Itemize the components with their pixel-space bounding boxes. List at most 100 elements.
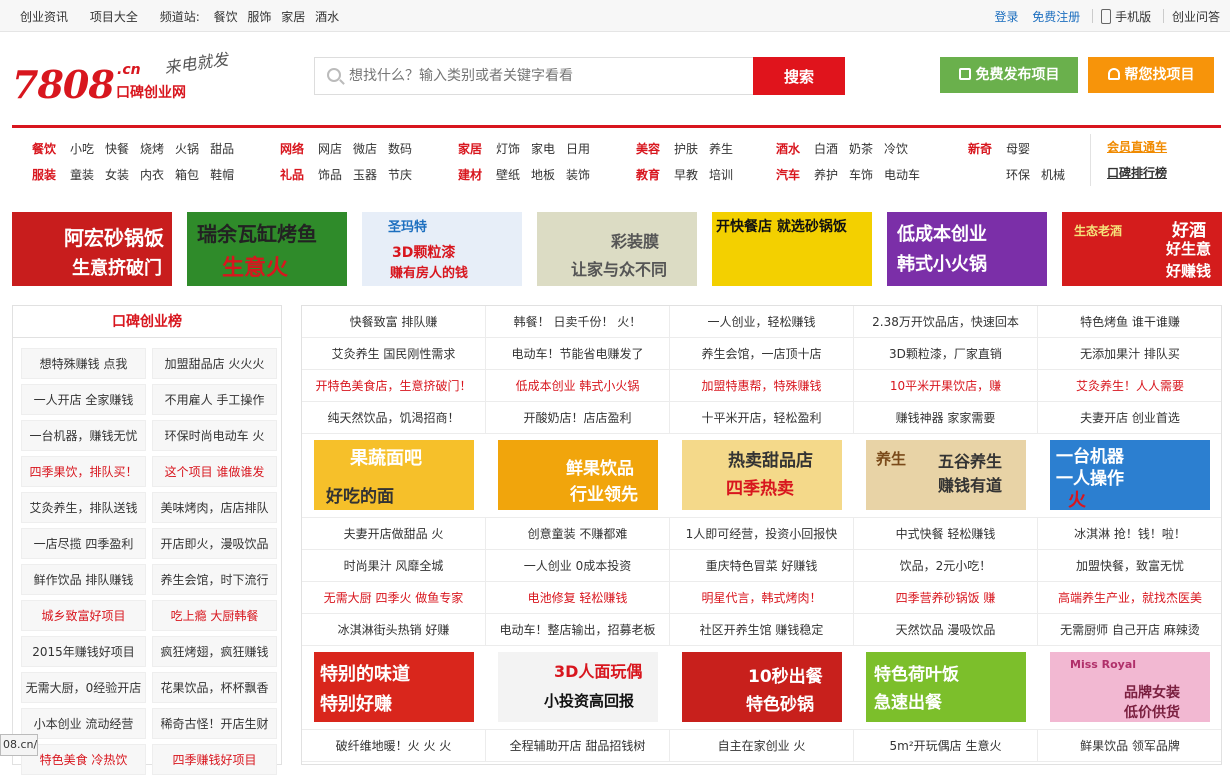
category-item[interactable]: 养生 bbox=[709, 136, 733, 162]
project-link[interactable]: 夫妻开店做甜品 火 bbox=[302, 518, 486, 550]
channel-food[interactable]: 餐饮 bbox=[214, 10, 238, 24]
banner-huoguo[interactable]: 低成本创业 韩式小火锅 bbox=[887, 212, 1047, 286]
ad-heye[interactable]: 特色荷叶饭 急速出餐 bbox=[866, 652, 1026, 722]
category-item[interactable]: 灯饰 bbox=[496, 136, 520, 162]
ad-renou[interactable]: 3D人面玩偶 小投资高回报 bbox=[498, 652, 658, 722]
project-link[interactable]: 赚钱神器 家家需要 bbox=[854, 402, 1038, 434]
category-head[interactable]: 汽车 bbox=[776, 162, 814, 188]
ad-weidao[interactable]: 特别的味道 特别好赚 bbox=[314, 652, 474, 722]
search-button[interactable]: 搜索 bbox=[753, 57, 845, 95]
project-link[interactable]: 快餐致富 排队赚 bbox=[302, 306, 486, 338]
project-link[interactable]: 3D颗粒漆，厂家直销 bbox=[854, 338, 1038, 370]
project-link[interactable]: 饮品，2元小吃！ bbox=[854, 550, 1038, 582]
category-item[interactable]: 鞋帽 bbox=[210, 162, 234, 188]
rank-link[interactable]: 口碑排行榜 bbox=[1107, 160, 1167, 186]
category-item[interactable]: 日用 bbox=[566, 136, 590, 162]
project-link[interactable]: 重庆特色冒菜 好赚钱 bbox=[670, 550, 854, 582]
ranking-item[interactable]: 艾灸养生，排队送钱 bbox=[21, 492, 146, 523]
banner-caizhuang[interactable]: 彩装膜 让家与众不同 bbox=[537, 212, 697, 286]
category-item[interactable]: 机械 bbox=[1041, 162, 1065, 188]
ad-shaguo[interactable]: 10秒出餐 特色砂锅 bbox=[682, 652, 842, 722]
project-link[interactable]: 无需大厨 四季火 做鱼专家 bbox=[302, 582, 486, 614]
category-head[interactable]: 服装 bbox=[32, 162, 70, 188]
ranking-item[interactable]: 鲜作饮品 排队赚钱 bbox=[21, 564, 146, 595]
category-item[interactable]: 地板 bbox=[531, 162, 555, 188]
category-head[interactable]: 建材 bbox=[458, 162, 496, 188]
category-item[interactable]: 电动车 bbox=[884, 162, 920, 188]
banner-ahong[interactable]: 阿宏砂锅饭 生意挤破门 bbox=[12, 212, 172, 286]
category-item[interactable]: 网店 bbox=[318, 136, 342, 162]
category-item[interactable]: 壁纸 bbox=[496, 162, 520, 188]
project-link[interactable]: 明星代言，韩式烤肉！ bbox=[670, 582, 854, 614]
ranking-item[interactable]: 吃上瘾 大厨韩餐 bbox=[152, 600, 277, 631]
ranking-item[interactable]: 城乡致富好项目 bbox=[21, 600, 146, 631]
project-link[interactable]: 艾灸养生 国民刚性需求 bbox=[302, 338, 486, 370]
ad-jiqi[interactable]: 一台机器 一人操作火 bbox=[1050, 440, 1210, 510]
link-news[interactable]: 创业资讯 bbox=[20, 10, 68, 24]
category-item[interactable]: 环保 bbox=[1006, 162, 1030, 188]
category-item[interactable]: 车饰 bbox=[849, 162, 873, 188]
project-link[interactable]: 高端养生产业，就找杰医美 bbox=[1038, 582, 1222, 614]
project-link[interactable]: 夫妻开店 创业首选 bbox=[1038, 402, 1222, 434]
project-link[interactable]: 电动车！节能省电赚发了 bbox=[486, 338, 670, 370]
ranking-item[interactable]: 这个项目 谁做谁发 bbox=[152, 456, 277, 487]
qa-link[interactable]: 创业问答 bbox=[1172, 10, 1220, 24]
publish-project-button[interactable]: 免费发布项目 bbox=[940, 57, 1078, 93]
category-item[interactable]: 养护 bbox=[814, 162, 838, 188]
category-item[interactable]: 节庆 bbox=[388, 162, 412, 188]
channel-drinks[interactable]: 酒水 bbox=[315, 10, 339, 24]
category-item[interactable]: 护肤 bbox=[674, 136, 698, 162]
project-link[interactable]: 开酸奶店！店店盈利 bbox=[486, 402, 670, 434]
category-item[interactable]: 小吃 bbox=[70, 136, 94, 162]
project-link[interactable]: 十平米开店，轻松盈利 bbox=[670, 402, 854, 434]
project-link[interactable]: 韩餐！ 日卖千份！ 火！ bbox=[486, 306, 670, 338]
project-link[interactable]: 全程辅助开店 甜品招钱树 bbox=[486, 730, 670, 762]
ranking-item[interactable]: 无需大厨，0经验开店 bbox=[21, 672, 146, 703]
project-link[interactable]: 四季营养砂锅饭 赚 bbox=[854, 582, 1038, 614]
link-projects[interactable]: 项目大全 bbox=[90, 10, 138, 24]
project-link[interactable]: 无添加果汁 排队买 bbox=[1038, 338, 1222, 370]
project-link[interactable]: 中式快餐 轻松赚钱 bbox=[854, 518, 1038, 550]
category-item[interactable]: 数码 bbox=[388, 136, 412, 162]
project-link[interactable]: 5m²开玩偶店 生意火 bbox=[854, 730, 1038, 762]
category-item[interactable]: 白酒 bbox=[814, 136, 838, 162]
banner-jiu[interactable]: 生态老酒 好酒 好生意 好赚钱 bbox=[1062, 212, 1222, 286]
ranking-item[interactable]: 环保时尚电动车 火 bbox=[152, 420, 277, 451]
project-link[interactable]: 鲜果饮品 领军品牌 bbox=[1038, 730, 1222, 762]
channel-clothing[interactable]: 服饰 bbox=[247, 10, 271, 24]
category-head[interactable]: 教育 bbox=[636, 162, 674, 188]
ranking-item[interactable]: 稀奇古怪！开店生财 bbox=[152, 708, 277, 739]
category-item[interactable]: 快餐 bbox=[105, 136, 129, 162]
project-link[interactable]: 时尚果汁 风靡全城 bbox=[302, 550, 486, 582]
category-item[interactable]: 烧烤 bbox=[140, 136, 164, 162]
project-link[interactable]: 社区开养生馆 赚钱稳定 bbox=[670, 614, 854, 646]
category-head[interactable]: 餐饮 bbox=[32, 136, 70, 162]
project-link[interactable]: 创意童装 不赚都难 bbox=[486, 518, 670, 550]
category-item[interactable]: 微店 bbox=[353, 136, 377, 162]
project-link[interactable]: 艾灸养生！人人需要 bbox=[1038, 370, 1222, 402]
ranking-item[interactable]: 养生会馆，时下流行 bbox=[152, 564, 277, 595]
ranking-item[interactable]: 特色美食 冷热饮 bbox=[21, 744, 146, 775]
category-item[interactable]: 童装 bbox=[70, 162, 94, 188]
project-link[interactable]: 纯天然饮品，饥渴招商！ bbox=[302, 402, 486, 434]
ranking-item[interactable]: 一人开店 全家赚钱 bbox=[21, 384, 146, 415]
ranking-item[interactable]: 加盟甜品店 火火火 bbox=[152, 348, 277, 379]
ranking-item[interactable]: 一台机器，赚钱无忧 bbox=[21, 420, 146, 451]
category-item[interactable]: 玉器 bbox=[353, 162, 377, 188]
category-item[interactable]: 装饰 bbox=[566, 162, 590, 188]
project-link[interactable]: 一人创业，轻松赚钱 bbox=[670, 306, 854, 338]
ranking-item[interactable]: 2015年赚钱好项目 bbox=[21, 636, 146, 667]
category-item[interactable]: 家电 bbox=[531, 136, 555, 162]
ranking-item[interactable]: 四季赚钱好项目 bbox=[152, 744, 277, 775]
ad-nvzhuang[interactable]: Miss Royal 品牌女装 低价供货 bbox=[1050, 652, 1210, 722]
ranking-item[interactable]: 花果饮品，杯杯飘香 bbox=[152, 672, 277, 703]
banner-shengma[interactable]: 圣玛特 3D颗粒漆 赚有房人的钱 bbox=[362, 212, 522, 286]
project-link[interactable]: 特色烤鱼 谁干谁赚 bbox=[1038, 306, 1222, 338]
project-link[interactable]: 一人创业 0成本投资 bbox=[486, 550, 670, 582]
project-link[interactable]: 冰淇淋街头热销 好赚 bbox=[302, 614, 486, 646]
login-link[interactable]: 登录 bbox=[994, 10, 1018, 24]
category-head[interactable]: 新奇 bbox=[968, 136, 1006, 162]
project-link[interactable]: 天然饮品 漫吸饮品 bbox=[854, 614, 1038, 646]
project-link[interactable]: 低成本创业 韩式小火锅 bbox=[486, 370, 670, 402]
category-item[interactable]: 女装 bbox=[105, 162, 129, 188]
